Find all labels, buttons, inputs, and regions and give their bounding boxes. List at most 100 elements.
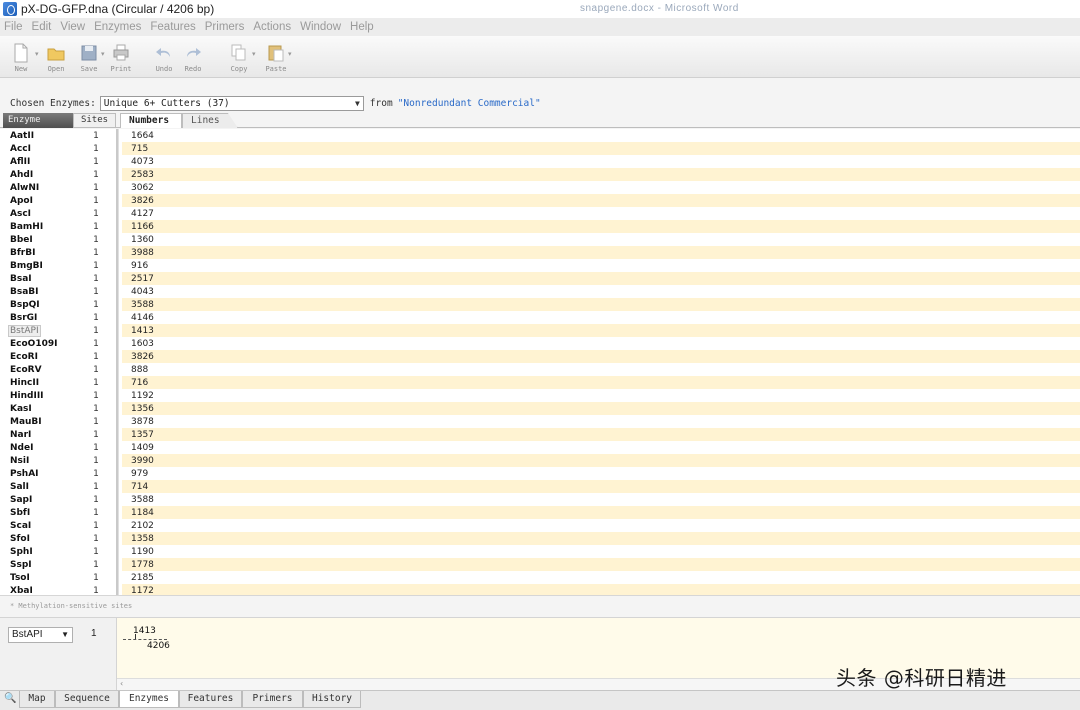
enzyme-name: PshAI — [10, 468, 39, 479]
enzyme-name: HindIII — [10, 390, 44, 401]
enzyme-set-link[interactable]: "Nonredundant Commercial" — [398, 98, 541, 109]
table-row[interactable]: KasI 1 1356 — [0, 402, 1080, 415]
tab-map[interactable]: Map — [19, 691, 55, 708]
tab-lines[interactable]: Lines — [182, 113, 238, 128]
enzyme-site-count: 1 — [93, 507, 99, 518]
table-row[interactable]: BmgBI 1 916 — [0, 259, 1080, 272]
table-row[interactable]: NarI 1 1357 — [0, 428, 1080, 441]
cut-position: 4127 — [131, 208, 154, 219]
table-row[interactable]: XbaI 1 1172 — [0, 584, 1080, 595]
table-row[interactable]: MauBI 1 3878 — [0, 415, 1080, 428]
menu-primers[interactable]: Primers — [205, 21, 245, 33]
table-row[interactable]: AhdI 1 2583 — [0, 168, 1080, 181]
copy-icon — [231, 44, 246, 61]
tab-primers[interactable]: Primers — [242, 691, 303, 708]
table-row[interactable]: BbeI 1 1360 — [0, 233, 1080, 246]
row-background — [122, 181, 1080, 194]
menu-actions[interactable]: Actions — [253, 21, 291, 33]
table-row[interactable]: BsaBI 1 4043 — [0, 285, 1080, 298]
table-row[interactable]: ScaI 1 2102 — [0, 519, 1080, 532]
table-row[interactable]: AscI 1 4127 — [0, 207, 1080, 220]
table-row[interactable]: BsaI 1 2517 — [0, 272, 1080, 285]
table-row[interactable]: EcoRI 1 3826 — [0, 350, 1080, 363]
menu-enzymes[interactable]: Enzymes — [94, 21, 141, 33]
table-row[interactable]: BspQI 1 3588 — [0, 298, 1080, 311]
open-button[interactable]: Open — [39, 39, 73, 77]
enzyme-site-count: 1 — [93, 585, 99, 596]
row-background — [122, 493, 1080, 506]
table-row[interactable]: AccI 1 715 — [0, 142, 1080, 155]
row-background — [122, 337, 1080, 350]
save-button[interactable]: Save — [72, 39, 106, 77]
menu-help[interactable]: Help — [350, 21, 374, 33]
cut-position: 979 — [131, 468, 149, 479]
menu-view[interactable]: View — [60, 21, 85, 33]
table-row[interactable]: AflII 1 4073 — [0, 155, 1080, 168]
paste-button[interactable]: Paste — [259, 39, 293, 77]
menu-edit[interactable]: Edit — [32, 21, 52, 33]
cut-position: 1184 — [131, 507, 154, 518]
table-row[interactable]: EcoRV 1 888 — [0, 363, 1080, 376]
cut-position: 716 — [131, 377, 149, 388]
enzyme-site-count: 1 — [93, 546, 99, 557]
detail-enzyme-select[interactable]: BstAPI ▼ — [8, 627, 73, 643]
paste-dropdown-icon[interactable]: ▾ — [288, 50, 292, 58]
row-background — [122, 129, 1080, 142]
search-icon[interactable]: 🔍 — [4, 693, 16, 704]
redo-button[interactable]: Redo — [176, 39, 210, 77]
cut-position: 888 — [131, 364, 149, 375]
enzyme-name: TsoI — [10, 572, 30, 583]
enzyme-site-count: 1 — [93, 481, 99, 492]
chosen-enzymes-select[interactable]: Unique 6+ Cutters (37) ▼ — [99, 95, 364, 111]
tab-history[interactable]: History — [303, 691, 361, 708]
redo-icon — [187, 48, 201, 57]
table-row[interactable]: BfrBI 1 3988 — [0, 246, 1080, 259]
tab-features[interactable]: Features — [179, 691, 242, 708]
column-header-sites[interactable]: Sites — [73, 113, 116, 128]
table-row[interactable]: EcoO109I 1 1603 — [0, 337, 1080, 350]
table-row[interactable]: NdeI 1 1409 — [0, 441, 1080, 454]
new-button[interactable]: New — [4, 39, 38, 77]
table-row[interactable]: SalI 1 714 — [0, 480, 1080, 493]
chosen-enzymes-row: Chosen Enzymes: Unique 6+ Cutters (37) ▼… — [0, 94, 1080, 112]
table-row[interactable]: HincII 1 716 — [0, 376, 1080, 389]
menu-window[interactable]: Window — [300, 21, 341, 33]
chosen-enzymes-value: Unique 6+ Cutters (37) — [103, 97, 230, 109]
enzyme-site-count: 1 — [93, 130, 99, 141]
enzyme-name: SspI — [10, 559, 32, 570]
table-row[interactable]: BsrGI 1 4146 — [0, 311, 1080, 324]
table-row[interactable]: ApoI 1 3826 — [0, 194, 1080, 207]
cut-position: 1413 — [131, 325, 154, 336]
menu-file[interactable]: File — [4, 21, 23, 33]
table-row[interactable]: SspI 1 1778 — [0, 558, 1080, 571]
enzyme-site-count: 1 — [93, 390, 99, 401]
copy-dropdown-icon[interactable]: ▾ — [252, 50, 256, 58]
table-row[interactable]: AlwNI 1 3062 — [0, 181, 1080, 194]
row-background — [122, 571, 1080, 584]
new-dropdown-icon[interactable]: ▾ — [35, 50, 39, 58]
menu-features[interactable]: Features — [150, 21, 195, 33]
table-row[interactable]: SbfI 1 1184 — [0, 506, 1080, 519]
table-row[interactable]: NsiI 1 3990 — [0, 454, 1080, 467]
enzyme-name: BmgBI — [10, 260, 43, 271]
table-row[interactable]: SfoI 1 1358 — [0, 532, 1080, 545]
row-background — [122, 415, 1080, 428]
tab-sequence[interactable]: Sequence — [55, 691, 119, 708]
table-row[interactable]: PshAI 1 979 — [0, 467, 1080, 480]
table-row[interactable]: SphI 1 1190 — [0, 545, 1080, 558]
column-header-enzyme[interactable]: Enzyme — [3, 113, 73, 128]
table-row[interactable]: TsoI 1 2185 — [0, 571, 1080, 584]
table-row[interactable]: SapI 1 3588 — [0, 493, 1080, 506]
table-row[interactable]: AatII 1 1664 — [0, 129, 1080, 142]
table-row[interactable]: HindIII 1 1192 — [0, 389, 1080, 402]
table-row[interactable]: BamHI 1 1166 — [0, 220, 1080, 233]
enzyme-name: AhdI — [10, 169, 34, 180]
tab-enzymes[interactable]: Enzymes — [119, 691, 179, 708]
copy-button[interactable]: Copy — [222, 39, 256, 77]
bottom-tab-bar: 🔍 Map Sequence Enzymes Features Primers … — [0, 690, 1080, 710]
tab-numbers[interactable]: Numbers — [120, 113, 182, 128]
new-label: New — [14, 65, 28, 73]
print-button[interactable]: Print — [104, 39, 138, 77]
scroll-left-icon[interactable]: ‹ — [120, 679, 123, 688]
table-row[interactable]: BstAPI 1 1413 — [0, 324, 1080, 337]
